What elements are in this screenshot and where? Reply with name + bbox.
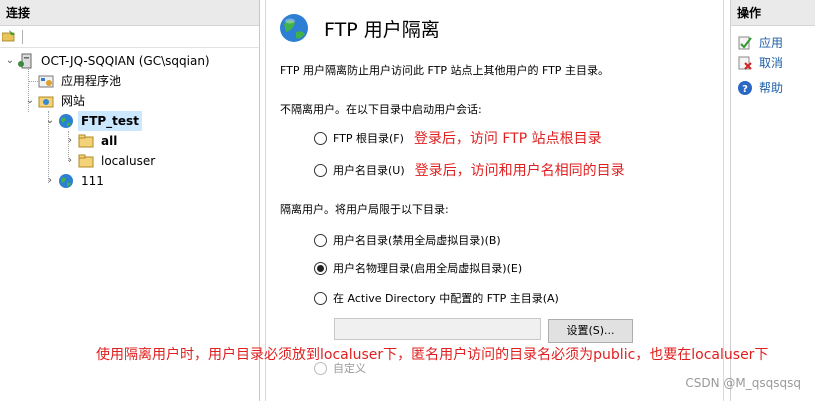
tree-label: 111 — [81, 174, 104, 188]
tree-label: FTP_test — [78, 111, 142, 131]
option-label: 在 Active Directory 中配置的 FTP 主目录(A) — [333, 292, 559, 305]
settings-button[interactable]: 设置(S)... — [548, 319, 633, 343]
actions-panel: 操作 应用 取消 ? 帮助 — [730, 0, 815, 401]
action-apply[interactable]: 应用 — [737, 34, 783, 51]
action-label: 帮助 — [759, 81, 784, 95]
action-cancel[interactable]: 取消 — [737, 54, 783, 71]
watermark: CSDN @M_qsqsqsq — [685, 376, 801, 390]
svg-text:?: ? — [742, 84, 748, 95]
globe-icon — [59, 114, 73, 128]
tree-label: OCT-JQ-SQQIAN (GC\sqqian) — [41, 54, 210, 68]
sites-folder-icon — [38, 96, 54, 108]
chevron-down-icon[interactable]: ⌄ — [4, 51, 16, 71]
tree-item-sites[interactable]: ⌄ 网站 — [24, 91, 88, 111]
connect-icon[interactable] — [2, 30, 16, 42]
chevron-right-icon[interactable]: › — [64, 131, 76, 151]
radio-username-dir-nv[interactable] — [314, 233, 327, 247]
isolate-label: 隔离用户。将用户局限于以下目录: — [280, 203, 449, 216]
chevron-down-icon[interactable]: ⌄ — [24, 91, 36, 111]
folder-icon — [78, 134, 94, 148]
annotation-note: 使用隔离用户时，用户目录必须放到localuser下，匿名用户访问的目录名必须为… — [96, 347, 769, 363]
globe-icon — [280, 14, 308, 42]
apply-check-icon — [738, 36, 752, 49]
tree-item-server[interactable]: ⌄ OCT-JQ-SQQIAN (GC\sqqian) — [4, 51, 213, 71]
feature-panel: FTP 用户隔离 FTP 用户隔离防止用户访问此 FTP 站点上其他用户的 FT… — [265, 0, 724, 401]
tree-item-111[interactable]: › 111 — [44, 171, 107, 191]
radio-username-dir[interactable] — [314, 163, 327, 177]
chevron-right-icon[interactable]: › — [44, 171, 56, 191]
option-label: FTP 根目录(F) — [333, 132, 404, 145]
option-active-directory[interactable]: 在 Active Directory 中配置的 FTP 主目录(A) — [314, 290, 559, 306]
tree-item-localuser[interactable]: › localuser — [64, 151, 158, 171]
ad-path-input — [334, 318, 541, 340]
radio-ftp-root[interactable] — [314, 131, 327, 145]
toolbar-separator — [22, 30, 23, 44]
option-username-dir-nv[interactable]: 用户名目录(禁用全局虚拟目录)(B) — [314, 232, 501, 248]
actions-header: 操作 — [731, 0, 815, 26]
tree-item-ftp-test[interactable]: ⌄ FTP_test — [44, 111, 142, 131]
option-username-dir[interactable]: 用户名目录(U) 登录后，访问和用户名相同的目录 — [314, 160, 625, 180]
tree-item-app-pools[interactable]: 应用程序池 — [24, 71, 124, 91]
connections-panel: 连接 ⌄ OCT-JQ-SQQIAN (GC\sqqian) 应用程序池 ⌄ 网… — [0, 0, 260, 401]
connections-toolbar — [0, 26, 259, 48]
action-help[interactable]: ? 帮助 — [737, 79, 783, 96]
help-icon: ? — [738, 80, 752, 95]
feature-header: FTP 用户隔离 — [278, 10, 440, 46]
option-label: 用户名目录(U) — [333, 164, 405, 177]
tree-label: 网站 — [61, 94, 86, 108]
server-icon — [18, 53, 32, 69]
tree-item-all[interactable]: › all — [64, 131, 120, 151]
action-label: 取消 — [759, 56, 784, 70]
tree-label: 应用程序池 — [61, 74, 122, 88]
app-pool-icon — [38, 75, 54, 88]
tree-label: localuser — [101, 154, 156, 168]
action-label: 应用 — [759, 36, 784, 50]
folder-icon — [78, 154, 94, 168]
chevron-right-icon[interactable]: › — [64, 151, 76, 171]
option-ftp-root[interactable]: FTP 根目录(F) 登录后，访问 FTP 站点根目录 — [314, 128, 602, 148]
connections-header: 连接 — [0, 0, 259, 26]
feature-description: FTP 用户隔离防止用户访问此 FTP 站点上其他用户的 FTP 主目录。 — [280, 64, 609, 77]
cancel-x-icon — [738, 56, 752, 70]
page-title: FTP 用户隔离 — [324, 18, 440, 41]
tree-label: all — [101, 134, 118, 148]
globe-icon — [59, 174, 73, 188]
annotation-username-dir: 登录后，访问和用户名相同的目录 — [414, 163, 625, 179]
annotation-ftp-root: 登录后，访问 FTP 站点根目录 — [413, 131, 602, 147]
option-username-physical[interactable]: 用户名物理目录(启用全局虚拟目录)(E) — [314, 260, 522, 276]
option-label: 用户名物理目录(启用全局虚拟目录)(E) — [333, 262, 523, 275]
radio-active-directory[interactable] — [314, 291, 327, 305]
no-isolate-label: 不隔离用户。在以下目录中启动用户会话: — [280, 103, 482, 116]
option-label: 用户名目录(禁用全局虚拟目录)(B) — [333, 234, 501, 247]
radio-username-physical[interactable] — [314, 261, 327, 275]
chevron-down-icon[interactable]: ⌄ — [44, 111, 56, 131]
